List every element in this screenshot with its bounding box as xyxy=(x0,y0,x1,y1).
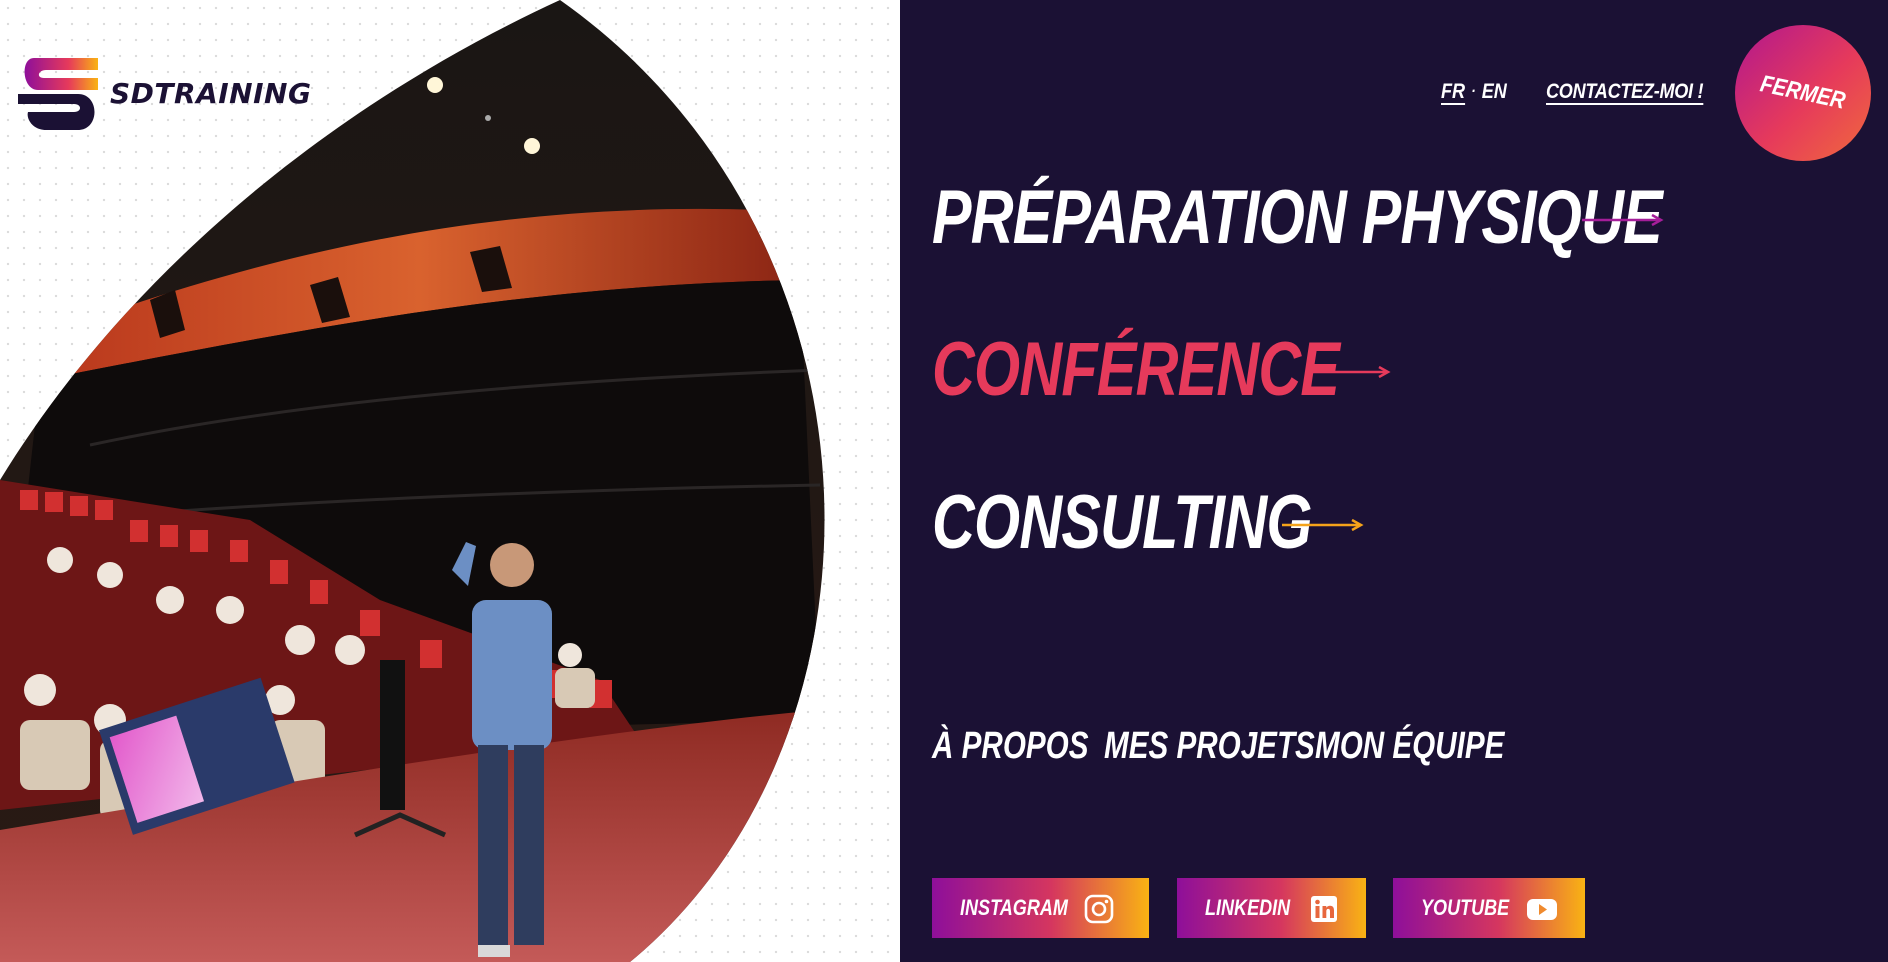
menu-item-a-propos[interactable]: À PROPOS xyxy=(932,725,1088,768)
sdtraining-logo-icon xyxy=(18,58,98,130)
linkedin-icon xyxy=(1311,896,1337,922)
contact-link[interactable]: CONTACTEZ-MOI ! xyxy=(1546,80,1704,104)
instagram-button[interactable]: INSTAGRAM xyxy=(932,878,1149,938)
menu-item-mes-projets[interactable]: MES PROJETS xyxy=(1104,725,1315,768)
menu-item-conference[interactable]: CONFÉRENCE xyxy=(932,332,1454,408)
menu-item-consulting[interactable]: CONSULTING xyxy=(932,485,1419,561)
arrow-right-icon xyxy=(1282,519,1364,531)
menu-item-label: CONSULTING xyxy=(932,480,1312,565)
youtube-button[interactable]: YOUTUBE xyxy=(1393,878,1585,938)
youtube-icon xyxy=(1527,899,1557,920)
menu-item-label: PRÉPARATION PHYSIQUE xyxy=(932,175,1663,260)
brand-logo[interactable]: SDTRAINING xyxy=(16,56,311,130)
language-switcher: FR · EN xyxy=(1441,80,1507,104)
arrow-right-icon xyxy=(1309,366,1391,378)
menu-item-preparation-physique[interactable]: PRÉPARATION PHYSIQUE xyxy=(932,180,1868,256)
arrow-right-icon xyxy=(1582,214,1664,226)
linkedin-label: LINKEDIN xyxy=(1205,895,1291,920)
menu-item-label: CONFÉRENCE xyxy=(932,327,1340,412)
close-menu-label: FERMER xyxy=(1758,70,1849,115)
instagram-label: INSTAGRAM xyxy=(960,895,1068,920)
lang-fr[interactable]: FR xyxy=(1441,80,1465,104)
linkedin-button[interactable]: LINKEDIN xyxy=(1177,878,1366,938)
youtube-label: YOUTUBE xyxy=(1421,895,1510,920)
menu-item-mon-equipe[interactable]: MON ÉQUIPE xyxy=(1315,725,1504,768)
lang-separator: · xyxy=(1471,83,1476,100)
lang-en[interactable]: EN xyxy=(1482,80,1507,104)
instagram-icon xyxy=(1084,894,1114,924)
brand-name: SDTRAINING xyxy=(110,76,312,110)
close-menu-button[interactable]: FERMER xyxy=(1735,25,1871,161)
